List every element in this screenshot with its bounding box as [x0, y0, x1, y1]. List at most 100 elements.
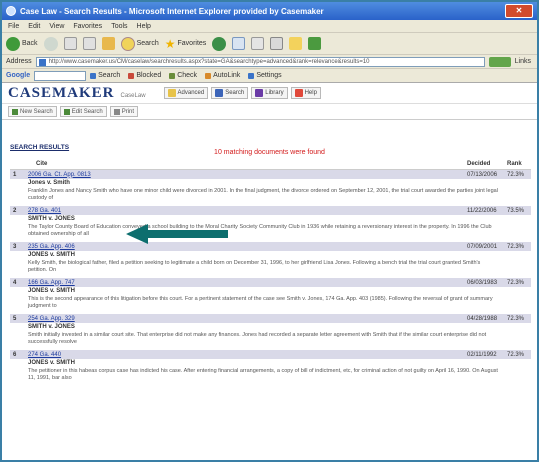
check-button[interactable]: Check: [169, 72, 197, 79]
result-item: 4 166 Ga. App. 747 06/03/1983 72.3% JONE…: [10, 278, 531, 310]
mail-button[interactable]: [251, 37, 265, 50]
result-row: 6 274 Ga. 440 02/11/1992 72.3%: [10, 350, 531, 359]
google-search-input[interactable]: [34, 70, 87, 81]
casemaker-tabs: Advanced Search Library Help: [163, 87, 324, 99]
google-label: Google: [6, 72, 31, 79]
result-summary: Franklin Jones and Nancy Smith who have …: [28, 188, 498, 201]
autolink-button[interactable]: AutoLink: [205, 72, 240, 79]
tab-search-label: Search: [225, 90, 245, 96]
print-results-icon: [113, 108, 120, 115]
result-cite-link[interactable]: 278 Ga. 401: [28, 208, 467, 214]
result-cite-link[interactable]: 2006 Ga. Ct. App. 0813: [28, 172, 467, 178]
popup-label: Blocked: [136, 72, 162, 79]
messenger-button[interactable]: [308, 37, 322, 50]
tab-search[interactable]: Search: [211, 87, 249, 99]
result-cite-link[interactable]: 254 Ga. App. 329: [28, 316, 467, 322]
menu-view[interactable]: View: [49, 23, 64, 30]
links-label[interactable]: Links: [515, 58, 531, 65]
result-item: 1 2006 Ga. Ct. App. 0813 07/13/2006 72.3…: [10, 170, 531, 202]
menu-tools[interactable]: Tools: [111, 23, 127, 30]
results-notice: 10 matching documents were found: [214, 149, 325, 156]
check-icon: [169, 72, 176, 79]
print-button[interactable]: [270, 37, 284, 50]
window-title: Case Law - Search Results - Microsoft In…: [20, 6, 324, 16]
forward-arrow-icon: [43, 36, 58, 51]
google-toolbar: Google Search Blocked Check AutoLink Set…: [2, 69, 537, 83]
folder-icon: [289, 37, 303, 50]
home-button[interactable]: [101, 37, 115, 50]
settings-button[interactable]: Settings: [248, 72, 282, 79]
help-icon: [294, 89, 303, 97]
menu-favorites[interactable]: Favorites: [73, 23, 102, 30]
result-date: 04/28/1988: [467, 315, 498, 322]
search-label: Search: [136, 40, 159, 47]
casemaker-header: CASEMAKER CaseLaw Advanced Search Librar…: [2, 83, 537, 104]
col-decided[interactable]: Decided: [467, 161, 507, 169]
result-rank: 72.3%: [507, 243, 525, 250]
result-row: 5 254 Ga. App. 329 04/28/1988 72.3%: [10, 314, 531, 323]
check-label: Check: [177, 72, 198, 79]
title-bar: Case Law - Search Results - Microsoft In…: [2, 2, 537, 20]
ie-icon: [6, 6, 16, 16]
favorites-button[interactable]: ★ Favorites: [165, 38, 207, 50]
page-icon: [38, 58, 46, 66]
forward-button[interactable]: [43, 36, 58, 51]
result-case-name: JONES v. SMITH: [28, 252, 75, 258]
menu-edit[interactable]: Edit: [28, 23, 40, 30]
address-url: http://www.casemaker.us/CM/caselaw/searc…: [48, 58, 370, 65]
result-number: 6: [13, 351, 17, 358]
close-button[interactable]: ✕: [505, 4, 533, 18]
result-item: 6 274 Ga. 440 02/11/1992 72.3% JONES v. …: [10, 350, 531, 382]
menu-help[interactable]: Help: [137, 23, 151, 30]
popup-icon: [128, 72, 135, 79]
autolink-icon: [205, 72, 212, 79]
edit-search-button[interactable]: Edit Search: [59, 106, 107, 117]
result-cite-link[interactable]: 274 Ga. 440: [28, 352, 467, 358]
advanced-icon: [167, 89, 176, 97]
result-cite-link[interactable]: 235 Ga. App. 406: [28, 244, 467, 250]
result-case-name: JONES v. SMITH: [28, 360, 75, 366]
results-panel: SEARCH RESULTS 10 matching documents wer…: [2, 144, 537, 460]
media-button[interactable]: [212, 36, 227, 51]
history-button[interactable]: [232, 37, 246, 50]
google-search-button[interactable]: Search: [90, 72, 120, 79]
print-icon: [270, 37, 284, 50]
mail-icon: [251, 37, 265, 50]
edit-search-icon: [63, 108, 70, 115]
go-button[interactable]: [488, 56, 511, 67]
tab-library[interactable]: Library: [251, 87, 288, 99]
edit-button[interactable]: [289, 37, 303, 50]
messenger-icon: [308, 37, 322, 50]
search-button[interactable]: Search: [120, 36, 159, 51]
stop-button[interactable]: [63, 37, 77, 50]
result-date: 07/09/2001: [467, 243, 498, 250]
result-row: 2 278 Ga. 401 11/22/2006 73.5%: [10, 206, 531, 215]
result-date: 06/03/1983: [467, 279, 498, 286]
result-rank: 73.5%: [507, 207, 525, 214]
menu-file[interactable]: File: [8, 23, 19, 30]
new-search-button[interactable]: New Search: [8, 106, 57, 117]
popup-blocker-button[interactable]: Blocked: [128, 72, 161, 79]
refresh-button[interactable]: [82, 37, 96, 50]
result-rank: 72.3%: [507, 279, 525, 286]
back-button[interactable]: Back: [6, 36, 38, 51]
new-search-label: New Search: [20, 108, 53, 115]
col-rank[interactable]: Rank: [507, 161, 531, 169]
result-number: 2: [13, 207, 17, 214]
result-summary: The petitioner in this habeas corpus cas…: [28, 368, 498, 381]
tab-advanced[interactable]: Advanced: [163, 87, 209, 99]
result-summary: This is the second appearance of this li…: [28, 296, 493, 309]
result-number: 3: [13, 243, 17, 250]
print-results-label: Print: [121, 108, 135, 115]
result-summary: The Taylor County Board of Education con…: [28, 224, 492, 237]
address-input[interactable]: http://www.casemaker.us/CM/caselaw/searc…: [35, 56, 485, 67]
col-cite[interactable]: Cite: [36, 161, 467, 169]
star-icon: ★: [164, 36, 176, 51]
result-list: 1 2006 Ga. Ct. App. 0813 07/13/2006 72.3…: [10, 170, 531, 382]
result-number: 5: [13, 315, 17, 322]
tab-help[interactable]: Help: [290, 87, 321, 99]
print-results-button[interactable]: Print: [109, 106, 139, 117]
settings-icon: [248, 72, 255, 79]
result-row: 1 2006 Ga. Ct. App. 0813 07/13/2006 72.3…: [10, 170, 531, 179]
result-cite-link[interactable]: 166 Ga. App. 747: [28, 280, 467, 286]
